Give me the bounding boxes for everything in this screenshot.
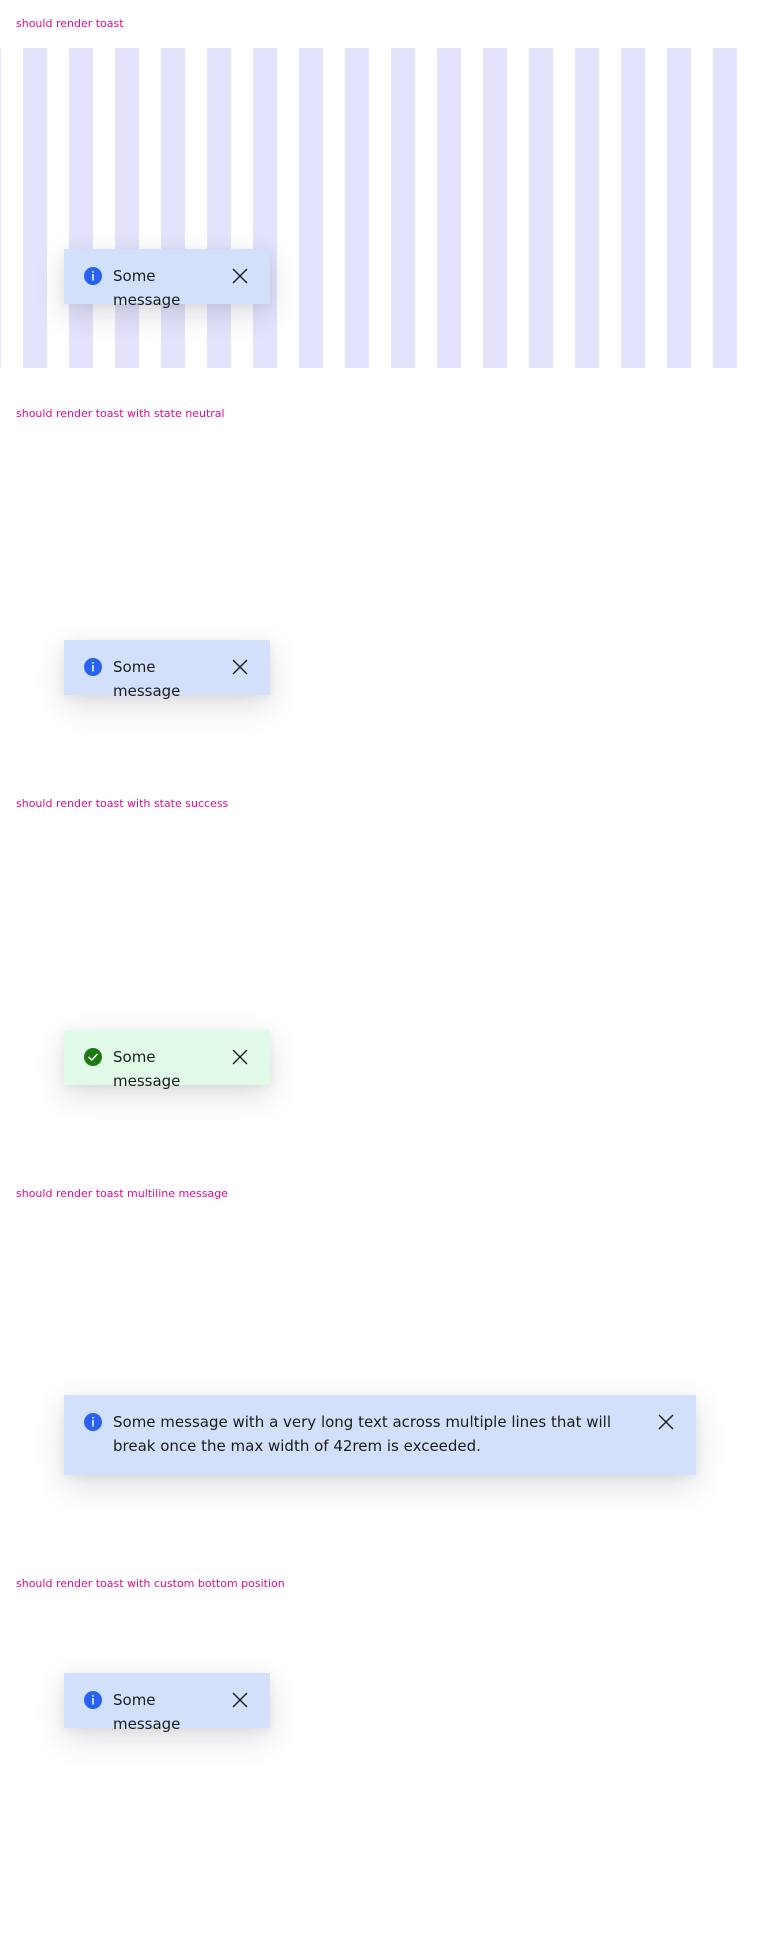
info-icon xyxy=(84,1691,102,1709)
story-success: should render toast with state success S… xyxy=(0,780,760,1170)
story-label: should render toast with custom bottom p… xyxy=(16,1577,285,1590)
close-icon[interactable] xyxy=(230,1047,250,1067)
toast: Some message xyxy=(64,249,270,309)
check-circle-icon xyxy=(84,1048,102,1066)
story-multiline: should render toast multiline message So… xyxy=(0,1170,760,1560)
story-label: should render toast xyxy=(16,17,124,30)
story-label: should render toast with state success xyxy=(16,797,229,810)
info-icon xyxy=(84,1413,102,1431)
story-label: should render toast with state neutral xyxy=(16,407,225,420)
toast-message: Some message xyxy=(113,658,181,700)
close-icon[interactable] xyxy=(230,266,250,286)
info-icon xyxy=(84,658,102,676)
toast-message: Some message xyxy=(113,1691,181,1733)
story-neutral: should render toast with state neutral S… xyxy=(0,390,760,780)
toast-message: Some message xyxy=(113,1048,181,1090)
story-label: should render toast multiline message xyxy=(16,1187,228,1200)
toast-message: Some message xyxy=(113,267,181,309)
toast: Some message xyxy=(64,1673,270,1733)
story-custom-bottom: should render toast with custom bottom p… xyxy=(0,1560,760,1950)
close-icon[interactable] xyxy=(230,1690,250,1710)
close-icon[interactable] xyxy=(656,1412,676,1432)
story-default: should render toast Some message xyxy=(0,0,760,390)
toast: Some message xyxy=(64,640,270,700)
toast: Some message xyxy=(64,1030,270,1090)
info-icon xyxy=(84,267,102,285)
toast-message: Some message with a very long text acros… xyxy=(113,1413,611,1455)
striped-background xyxy=(0,48,741,368)
toast: Some message with a very long text acros… xyxy=(64,1395,696,1475)
close-icon[interactable] xyxy=(230,657,250,677)
